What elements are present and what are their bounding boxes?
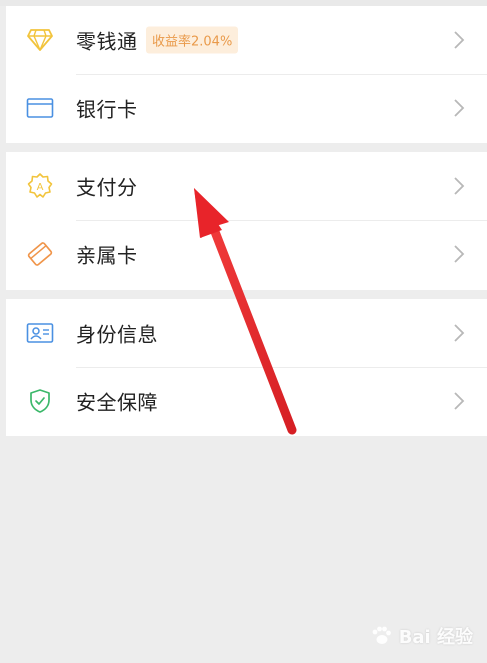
menu-item-label: 支付分 (76, 175, 138, 200)
diamond-icon (26, 26, 54, 54)
menu-group-credit: A 支付分 亲属卡 (6, 152, 487, 290)
menu-item-bank-card[interactable]: 银行卡 (6, 74, 487, 142)
yield-rate-badge: 收益率2.04% (146, 26, 239, 54)
menu-item-security[interactable]: 安全保障 (6, 367, 487, 435)
menu-group-finance: 零钱通 收益率2.04% 银行卡 (6, 6, 487, 143)
chevron-right-icon (454, 99, 465, 117)
menu-item-label: 身份信息 (76, 322, 158, 347)
menu-item-family-card[interactable]: 亲属卡 (6, 220, 487, 288)
menu-item-pay-score[interactable]: A 支付分 (6, 152, 487, 220)
menu-item-label: 零钱通 (76, 29, 138, 54)
family-card-icon (26, 240, 54, 268)
menu-group-security: 身份信息 安全保障 (6, 299, 487, 436)
menu-item-label: 银行卡 (76, 97, 138, 122)
chevron-right-icon (454, 324, 465, 342)
watermark-text: Bai 经验 (398, 627, 473, 648)
watermark: Bai 经验 (369, 623, 473, 649)
chevron-right-icon (454, 31, 465, 49)
pay-score-icon: A (26, 172, 54, 200)
menu-item-label: 亲属卡 (76, 243, 138, 268)
chevron-right-icon (454, 177, 465, 195)
menu-item-identity-info[interactable]: 身份信息 (6, 299, 487, 367)
menu-item-lingqiantong[interactable]: 零钱通 收益率2.04% (6, 6, 487, 74)
menu-item-label: 安全保障 (76, 390, 158, 415)
chevron-right-icon (454, 245, 465, 263)
shield-icon (26, 387, 54, 415)
bank-card-icon (26, 94, 54, 122)
wallet-screen: 零钱通 收益率2.04% 银行卡 A 支付分 亲属卡 身份信息 安全保障 Bai… (0, 0, 487, 663)
paw-icon (372, 626, 391, 644)
svg-text:A: A (37, 182, 44, 193)
id-card-icon (26, 319, 54, 347)
chevron-right-icon (454, 392, 465, 410)
